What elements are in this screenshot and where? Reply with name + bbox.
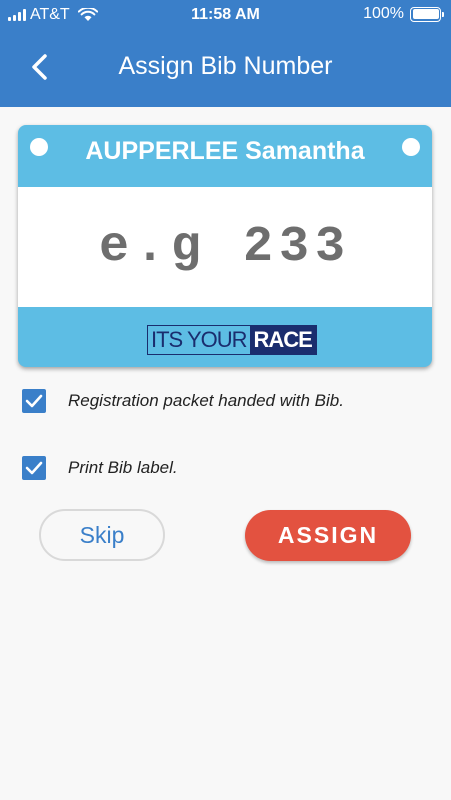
status-right: 100%	[363, 5, 444, 23]
option-registration-packet: Registration packet handed with Bib.	[22, 389, 344, 413]
logo-text-light: ITS YOUR	[148, 326, 250, 354]
status-bar: AT&T 11:58 AM 100%	[0, 0, 451, 30]
registration-packet-label: Registration packet handed with Bib.	[68, 391, 344, 410]
page-title: Assign Bib Number	[118, 52, 333, 80]
print-bib-label-label: Print Bib label.	[68, 458, 178, 477]
assign-button[interactable]: ASSIGN	[245, 510, 411, 561]
battery-icon	[410, 6, 444, 22]
its-your-race-logo: ITS YOUR RACE	[147, 325, 317, 355]
print-bib-label-checkbox[interactable]	[22, 456, 46, 480]
option-print-label: Print Bib label.	[22, 456, 178, 480]
app-header: AT&T 11:58 AM 100% Assign Bib Number	[0, 0, 451, 107]
battery-percentage: 100%	[363, 5, 404, 22]
bib-number-input[interactable]	[35, 218, 415, 276]
runner-name: AUPPERLEE Samantha	[85, 137, 365, 165]
bib-number-area	[18, 187, 432, 307]
bib-card: AUPPERLEE Samantha ITS YOUR RACE	[18, 125, 432, 367]
skip-button[interactable]: Skip	[39, 509, 165, 561]
logo-text-bold: RACE	[249, 326, 316, 354]
checkmark-icon	[25, 461, 43, 475]
checkmark-icon	[25, 394, 43, 408]
registration-packet-checkbox[interactable]	[22, 389, 46, 413]
